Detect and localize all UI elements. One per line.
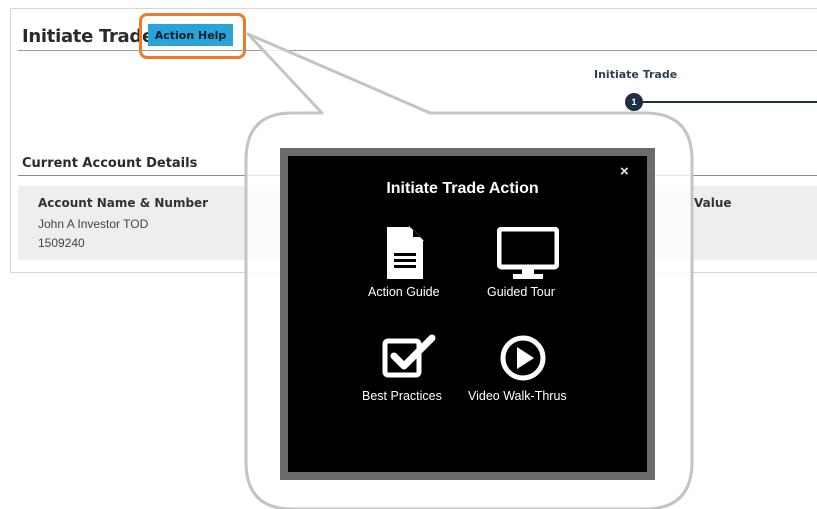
video-walkthrus-tile[interactable]: Video Walk-Thrus [466, 334, 584, 404]
play-icon [500, 335, 546, 381]
best-practices-label: Best Practices [362, 389, 442, 403]
guided-tour-label: Guided Tour [487, 285, 555, 299]
guided-tour-tile[interactable]: Guided Tour [484, 226, 574, 306]
modal-title: Initiate Trade Action [386, 180, 539, 197]
monitor-icon [497, 227, 559, 279]
video-walkthrus-label: Video Walk-Thrus [468, 389, 567, 403]
close-icon[interactable]: × [620, 163, 629, 180]
best-practices-tile[interactable]: Best Practices [362, 334, 458, 404]
action-guide-label: Action Guide [368, 285, 440, 299]
document-icon [387, 226, 424, 279]
action-guide-tile[interactable]: Action Guide [362, 226, 458, 306]
checkbox-icon [382, 334, 436, 378]
